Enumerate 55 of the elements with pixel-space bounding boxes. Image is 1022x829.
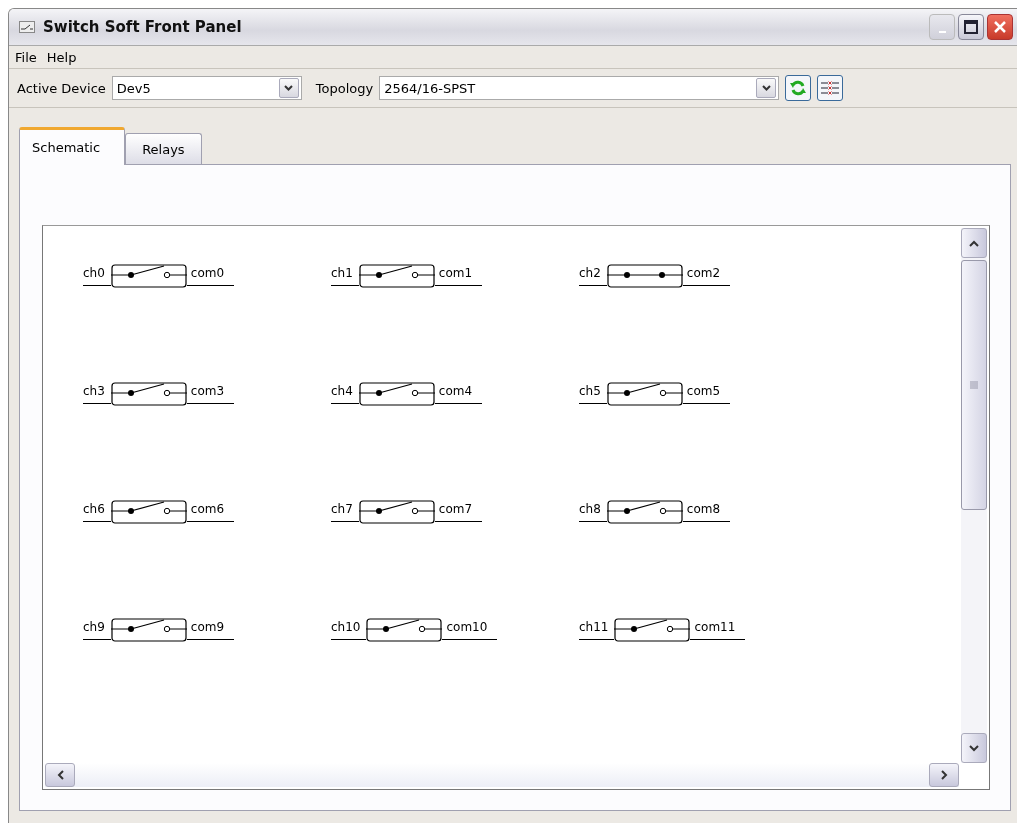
refresh-button[interactable] xyxy=(785,75,812,101)
common-label: com5 xyxy=(682,382,731,404)
refresh-icon xyxy=(789,79,808,97)
matrix-icon xyxy=(820,79,841,97)
matrix-button[interactable] xyxy=(817,75,844,101)
common-label: com2 xyxy=(682,264,731,286)
tab[interactable]: Relays xyxy=(125,133,202,165)
minimize-icon xyxy=(938,31,946,33)
device-label: Active Device xyxy=(17,80,106,96)
tab[interactable]: Schematic xyxy=(19,127,126,165)
menu-item[interactable]: Help xyxy=(46,49,77,65)
channel-label: ch8 xyxy=(579,500,607,522)
grip-icon xyxy=(970,381,978,389)
chevron-up-icon xyxy=(969,239,979,247)
channel-label: ch5 xyxy=(579,382,607,404)
common-label: com11 xyxy=(690,618,746,640)
maximize-icon xyxy=(964,20,978,34)
menu-item[interactable]: File xyxy=(15,49,37,65)
common-label: com1 xyxy=(434,264,483,286)
common-label: com7 xyxy=(434,500,483,522)
common-label: com10 xyxy=(442,618,498,640)
switch-icon xyxy=(19,21,35,33)
channel-label: ch7 xyxy=(331,500,359,522)
common-label: com8 xyxy=(682,500,731,522)
common-label: com4 xyxy=(434,382,483,404)
chevron-down-icon xyxy=(284,85,294,91)
channel-label: ch3 xyxy=(83,382,111,404)
device-dropdown[interactable]: Dev5 xyxy=(111,76,302,100)
horizontal-scrollbar[interactable] xyxy=(45,763,959,787)
common-label: com6 xyxy=(186,500,235,522)
scroll-right-button[interactable] xyxy=(929,763,959,787)
channel-label: ch6 xyxy=(83,500,111,522)
topology-dropdown[interactable]: 2564/16-SPST xyxy=(379,76,780,100)
scroll-left-button[interactable] xyxy=(45,763,75,787)
channel-label: ch1 xyxy=(331,264,359,286)
common-label: com9 xyxy=(186,618,235,640)
channel-label: ch4 xyxy=(331,382,359,404)
chevron-down-icon xyxy=(761,85,771,91)
maximize-button[interactable] xyxy=(958,14,984,40)
scroll-down-button[interactable] xyxy=(961,733,987,763)
vertical-scrollbar[interactable] xyxy=(961,228,987,763)
scroll-up-button[interactable] xyxy=(961,228,987,258)
close-icon xyxy=(993,20,1007,34)
channel-label: ch9 xyxy=(83,618,111,640)
chevron-right-icon xyxy=(940,770,948,780)
chevron-left-icon xyxy=(56,770,64,780)
close-button[interactable] xyxy=(987,14,1013,40)
common-label: com3 xyxy=(186,382,235,404)
scroll-thumb[interactable] xyxy=(961,260,987,510)
common-label: com0 xyxy=(186,264,235,286)
channel-label: ch0 xyxy=(83,264,111,286)
chevron-down-icon xyxy=(969,744,979,752)
channel-label: ch2 xyxy=(579,264,607,286)
topology-label: Topology xyxy=(315,80,374,96)
window-title: Switch Soft Front Panel xyxy=(43,18,243,36)
